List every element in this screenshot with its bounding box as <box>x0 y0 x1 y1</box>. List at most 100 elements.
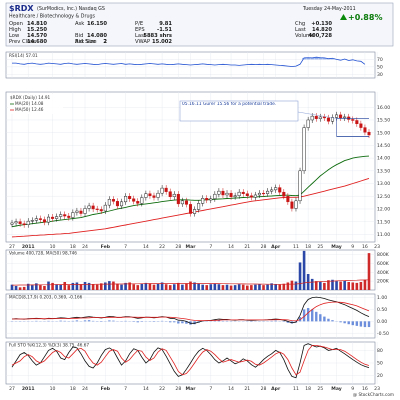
macd-tick-label: 0.50 <box>377 307 387 313</box>
volume-bar <box>136 285 140 290</box>
volume-bar <box>172 284 176 290</box>
sector-label: Healthcare / Biotechnology & Drugs <box>9 14 96 20</box>
volume-bar <box>95 284 99 290</box>
candle-body <box>172 193 176 197</box>
volume-bar <box>148 283 152 290</box>
volume-bar <box>237 284 241 290</box>
candle-body <box>306 119 310 128</box>
price-x-tick-label: 7 <box>124 244 127 250</box>
stoch-x-tick-label: 7 <box>209 386 212 392</box>
price-x-tick-label: Apr <box>271 244 281 250</box>
price-x-tick-label: 14 <box>228 244 234 250</box>
candle-body <box>140 197 144 204</box>
volume-bar <box>140 283 144 290</box>
volume-bar <box>286 282 290 290</box>
price-x-tick-label: 27 <box>9 244 15 250</box>
stoch-x-tick-label: 2011 <box>22 386 35 392</box>
price-tick-label: 12.50 <box>377 194 390 200</box>
price-x-tick-label: 18 <box>305 244 311 250</box>
volume-bar <box>22 286 26 290</box>
candle-body <box>314 115 318 119</box>
volume-bar <box>245 285 249 290</box>
volume-bar <box>266 284 269 290</box>
macd-histogram-bar <box>363 321 367 328</box>
price-x-tick-label: 24 <box>82 244 88 250</box>
candle-body <box>184 200 188 205</box>
candle-body <box>71 212 75 218</box>
candle-body <box>22 223 26 225</box>
price-tick-label: 15.50 <box>377 118 390 124</box>
volume-bar <box>282 283 286 290</box>
macd-histogram-bar <box>306 308 310 322</box>
macd-histogram-bar <box>355 321 359 326</box>
volume-bar <box>51 282 54 290</box>
candle-body <box>205 198 209 201</box>
candle-body <box>241 191 245 194</box>
candle-body <box>249 195 253 198</box>
volume-bar <box>363 279 367 290</box>
price-x-tick-label: May <box>331 244 342 250</box>
volume-bar <box>18 287 22 290</box>
stoch-x-tick-label: 18 <box>305 386 311 392</box>
macd-histogram-bar <box>181 321 184 324</box>
candle-body <box>176 193 180 205</box>
candle-body <box>91 205 95 210</box>
candle-body <box>107 199 111 206</box>
volume-bar <box>59 284 62 290</box>
rsi-title: RSI(14) 57.01 <box>9 53 38 58</box>
candle-body <box>201 198 205 204</box>
volume-bar <box>302 250 306 290</box>
candle-body <box>38 218 42 220</box>
candle-body <box>217 190 221 195</box>
volume-bar <box>359 282 363 290</box>
macd-tick-label: 0.00 <box>377 319 387 325</box>
candle-body <box>274 187 278 191</box>
stoch-x-tick-label: 11 <box>293 386 299 392</box>
candle-body <box>209 198 213 201</box>
volume-bar <box>201 284 204 290</box>
volume-bar <box>310 278 314 290</box>
volume-bar <box>79 284 83 290</box>
candle-body <box>59 214 63 217</box>
volume-bar <box>75 282 79 290</box>
volume-bar <box>343 280 346 290</box>
stoch-tick-label: 50 <box>377 361 383 367</box>
volume-tick-label: 200K <box>377 279 390 285</box>
stat-value: 2 <box>103 39 107 45</box>
volume-tick-label: 600K <box>377 261 390 267</box>
macd-histogram-bar <box>327 318 330 322</box>
candle-body <box>339 114 343 119</box>
volume-bar <box>319 282 322 290</box>
stock-chart: $RDX (SurModics, Inc.) Nasdaq GS Healthc… <box>0 0 400 400</box>
candle-body <box>326 117 330 122</box>
macd-title: MACD(8,17,9) 0.203, 0.369, -0.166 <box>9 295 83 300</box>
volume-bar <box>339 281 342 290</box>
candle-body <box>103 204 107 212</box>
candle-body <box>115 201 120 207</box>
price-x-tick-label: 22 <box>159 244 165 250</box>
rsi-tick-label: 50 <box>377 64 383 70</box>
price-tick-label: 11.00 <box>377 232 390 238</box>
price-x-tick-label: 28 <box>261 244 267 250</box>
stoch-x-tick-label: 10 <box>50 386 56 392</box>
volume-bar <box>241 284 245 290</box>
candle-body <box>144 193 148 198</box>
volume-bar <box>14 286 18 290</box>
candle-body <box>245 193 249 196</box>
date-text: Tuesday 24-May-2011 <box>302 6 356 12</box>
volume-bar <box>39 285 42 290</box>
stoch-x-tick-label: 24 <box>82 386 88 392</box>
volume-bar <box>189 281 192 290</box>
macd-tick-label: -0.50 <box>377 331 389 337</box>
candle-body <box>261 192 266 195</box>
stoch-x-tick-label: 18 <box>70 386 76 392</box>
price-x-tick-label: 18 <box>70 244 76 250</box>
price-x-tick-label: 25 <box>317 244 323 250</box>
watermark: @ StockCharts.com <box>353 392 394 397</box>
volume-bar <box>323 282 326 290</box>
macd-histogram-bar <box>136 321 139 323</box>
candle-body <box>46 216 51 223</box>
candle-body <box>34 218 38 221</box>
volume-bar <box>30 285 34 290</box>
change-percent: +0.88% <box>348 13 382 22</box>
